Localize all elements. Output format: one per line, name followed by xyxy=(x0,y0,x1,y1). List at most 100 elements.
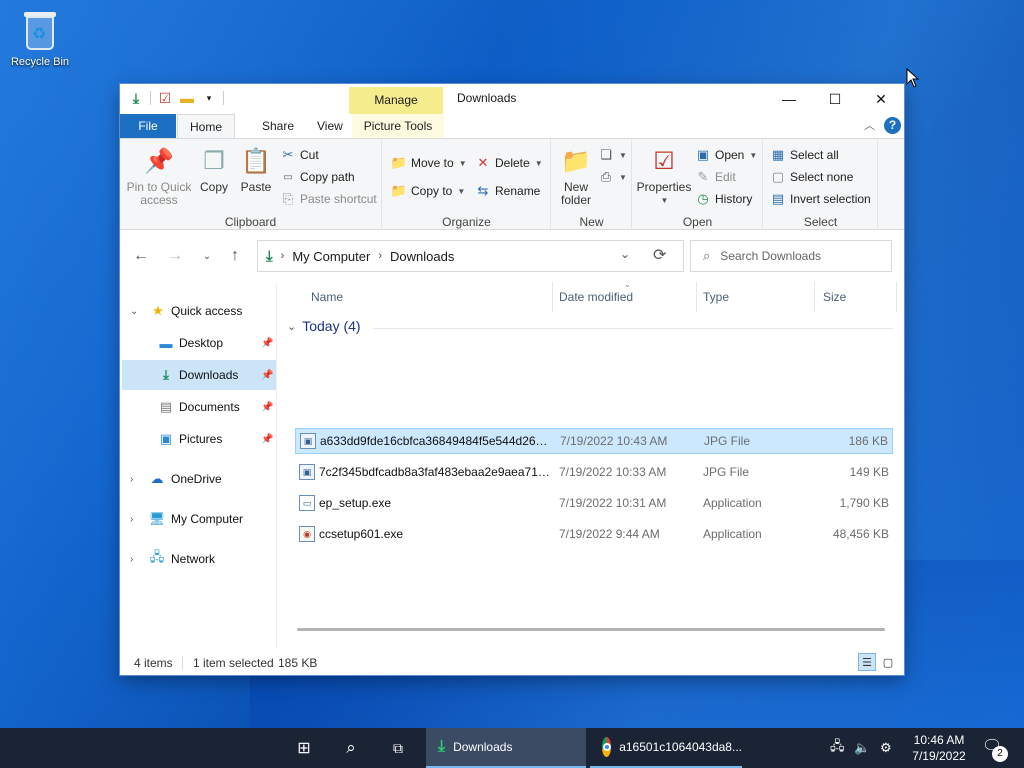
copy-to-button[interactable]: 📁 Copy to ▼ xyxy=(391,181,465,201)
open-button[interactable]: ▣ Open ▼ xyxy=(695,145,757,165)
minimize-button[interactable]: — xyxy=(766,84,812,114)
ribbon-home: 📌 Pin to Quick access ❐ Copy 📋 Paste ✂ C… xyxy=(120,138,904,231)
sidebar-item-pictures[interactable]: ▣ Pictures 📌 xyxy=(120,424,276,454)
sidebar-item-downloads[interactable]: ⤓ Downloads 📌 xyxy=(122,360,276,390)
search-icon: ⌕ xyxy=(346,738,356,757)
tab-file[interactable]: File xyxy=(120,114,176,138)
open-group-label: Open xyxy=(682,215,713,229)
sidebar-item-quick-access[interactable]: ⌄ ★ Quick access xyxy=(120,296,276,326)
search-input[interactable]: ⌕ Search Downloads xyxy=(690,240,892,272)
expand-chevron-icon[interactable]: › xyxy=(130,474,133,485)
sidebar-item-desktop[interactable]: ▬ Desktop 📌 xyxy=(120,328,276,358)
expand-chevron-icon[interactable]: › xyxy=(130,554,133,565)
clipboard-icon: 📋 xyxy=(241,147,271,175)
tab-view[interactable]: View xyxy=(305,114,355,138)
breadcrumb-my-computer[interactable]: My Computer xyxy=(292,249,370,264)
maximize-button[interactable]: ☐ xyxy=(812,84,858,114)
up-arrow-icon[interactable]: ↑ xyxy=(223,244,247,268)
copy-path-button[interactable]: ▭ Copy path xyxy=(280,167,354,187)
navigation-bar: ← → ⌄ ↑ ⤓ › My Computer › Downloads ⌄ ⟳ … xyxy=(120,230,904,282)
computer-icon: 🖥 xyxy=(148,511,166,526)
select-group-label: Select xyxy=(803,215,838,229)
pin-to-quick-access-button[interactable]: 📌 Pin to Quick access xyxy=(126,145,192,207)
column-header-name[interactable]: Name xyxy=(303,282,553,312)
table-row[interactable]: ▭ ep_setup.exe 7/19/2022 10:31 AM Applic… xyxy=(295,490,893,516)
paste-shortcut-button[interactable]: ⎘ Paste shortcut xyxy=(280,189,377,209)
new-item-button[interactable]: ❏ ▼ xyxy=(598,145,627,165)
move-to-button[interactable]: 📁 Move to ▼ xyxy=(391,153,467,173)
properties-qat-icon[interactable]: ☑ xyxy=(157,90,173,106)
tab-home[interactable]: Home xyxy=(177,114,236,139)
recycle-bin-desktop-icon[interactable]: ♻ Recycle Bin xyxy=(8,8,72,68)
recent-locations-chevron-icon[interactable]: ⌄ xyxy=(195,244,219,268)
settings-gear-icon[interactable]: ⚙ xyxy=(880,728,900,768)
sidebar-item-documents[interactable]: ▤ Documents 📌 xyxy=(120,392,276,422)
notifications-button[interactable]: 🗨 2 xyxy=(982,736,1008,762)
group-header-today[interactable]: ⌄ Today (4) xyxy=(287,318,361,334)
back-arrow-icon[interactable]: ← xyxy=(129,244,153,268)
new-folder-button[interactable]: 📁 New folder xyxy=(556,145,596,207)
refresh-icon[interactable]: ⟳ xyxy=(653,245,666,265)
taskbar-clock[interactable]: 10:46 AM 7/19/2022 xyxy=(904,732,974,764)
tab-share[interactable]: Share xyxy=(250,114,306,138)
search-placeholder: Search Downloads xyxy=(720,249,822,263)
search-taskbar-button[interactable]: ⌕ xyxy=(331,728,371,768)
group-divider xyxy=(373,328,893,329)
select-none-button[interactable]: ▢ Select none xyxy=(770,167,854,187)
sidebar-item-my-computer[interactable]: › 🖥 My Computer xyxy=(120,504,276,534)
expand-chevron-icon[interactable]: ⌄ xyxy=(130,306,138,317)
rename-button[interactable]: ⇆ Rename xyxy=(475,181,541,201)
forward-arrow-icon[interactable]: → xyxy=(163,244,187,268)
copy-button[interactable]: ❐ Copy xyxy=(196,145,232,194)
table-row[interactable]: ▣ a633dd9fde16cbfca36849484f5e544d2661..… xyxy=(295,428,893,454)
recycle-bin-label: Recycle Bin xyxy=(10,56,70,68)
item-count: 4 items xyxy=(134,656,173,670)
network-tray-icon[interactable]: 🖧 xyxy=(830,728,850,768)
collapse-group-chevron-icon[interactable]: ⌄ xyxy=(287,320,296,333)
open-group: ☑ Properties ▼ ▣ Open ▼ ✎ Edit ◷ History … xyxy=(633,139,763,231)
close-button[interactable]: ✕ xyxy=(858,84,904,114)
open-icon: ▣ xyxy=(696,147,710,162)
delete-button[interactable]: ✕ Delete ▼ xyxy=(475,153,543,173)
paste-button[interactable]: 📋 Paste xyxy=(238,145,274,194)
new-folder-icon: 📁 xyxy=(561,147,591,175)
collapse-ribbon-chevron-icon[interactable]: ︿ xyxy=(864,117,875,133)
pin-icon: 📌 xyxy=(261,401,274,413)
manage-contextual-header: Manage xyxy=(349,87,443,114)
volume-icon[interactable]: 🔈 xyxy=(854,728,874,768)
new-folder-qat-icon[interactable]: ▬ xyxy=(179,90,195,106)
tab-picture-tools[interactable]: Picture Tools xyxy=(352,114,444,138)
copy-icon: ❐ xyxy=(203,147,225,175)
ribbon-tabs: File Home Share View Picture Tools ︿ ? xyxy=(120,114,904,139)
properties-button[interactable]: ☑ Properties ▼ xyxy=(635,145,693,207)
table-row[interactable]: ▣ 7c2f345bdfcadb8a3faf483ebaa2e9aea712..… xyxy=(295,459,893,485)
large-icons-view-icon[interactable]: ▢ xyxy=(879,653,897,671)
breadcrumb-downloads[interactable]: Downloads xyxy=(390,249,454,264)
pictures-icon: ▣ xyxy=(159,431,173,446)
taskbar-app-chrome[interactable]: a16501c1064043da8... xyxy=(590,728,742,768)
edit-button[interactable]: ✎ Edit xyxy=(695,167,736,187)
help-icon[interactable]: ? xyxy=(884,117,901,134)
cut-button[interactable]: ✂ Cut xyxy=(280,145,319,165)
sidebar-item-network[interactable]: › 🖧 Network xyxy=(120,544,276,574)
expand-chevron-icon[interactable]: › xyxy=(130,514,133,525)
start-button[interactable]: ⊞ xyxy=(284,728,324,768)
select-all-button[interactable]: ▦ Select all xyxy=(770,145,839,165)
address-dropdown-chevron-icon[interactable]: ⌄ xyxy=(620,247,630,261)
easy-access-button[interactable]: ⎙ ▼ xyxy=(598,167,627,187)
horizontal-scrollbar[interactable] xyxy=(297,628,885,631)
taskbar-app-explorer[interactable]: ⤓ Downloads xyxy=(426,728,586,768)
history-button[interactable]: ◷ History xyxy=(695,189,752,209)
window-title: Downloads xyxy=(457,91,517,105)
application-file-icon: ▭ xyxy=(299,495,315,511)
column-header-type[interactable]: Type xyxy=(695,282,815,312)
qat-customize-chevron-icon[interactable]: ▾ xyxy=(201,90,217,106)
task-view-button[interactable]: ⧉ xyxy=(378,728,418,768)
downloads-folder-icon: ⤓ xyxy=(438,738,446,755)
column-header-size[interactable]: Size xyxy=(815,282,897,312)
details-view-icon[interactable]: ☰ xyxy=(858,653,876,671)
column-header-date-modified[interactable]: Date modified xyxy=(551,282,697,312)
table-row[interactable]: ◉ ccsetup601.exe 7/19/2022 9:44 AM Appli… xyxy=(295,521,893,547)
invert-selection-button[interactable]: ▤ Invert selection xyxy=(770,189,871,209)
sidebar-item-onedrive[interactable]: › ☁ OneDrive xyxy=(120,464,276,494)
